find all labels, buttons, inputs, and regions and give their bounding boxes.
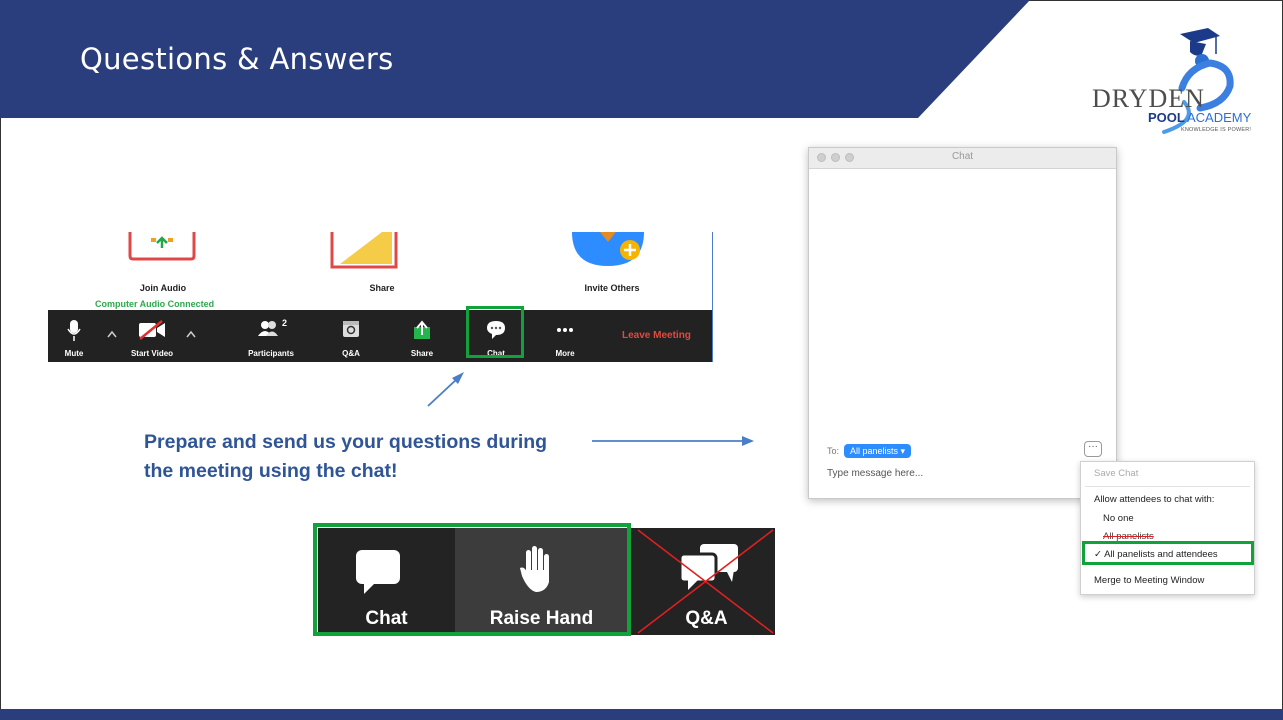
mute-button[interactable]: Mute	[54, 310, 94, 362]
right-arrow-icon	[592, 436, 754, 446]
more-button[interactable]: More	[547, 310, 583, 362]
recipient-dropdown[interactable]: All panelists ▾	[844, 444, 912, 458]
zoom-meeting-window: Join Audio Computer Audio Connected Shar…	[48, 232, 713, 362]
invite-others-icon[interactable]	[570, 232, 646, 268]
chat-titlebar: Chat	[809, 148, 1116, 169]
page-title: Questions & Answers	[80, 42, 394, 76]
menu-allow-heading: Allow attendees to chat with:	[1094, 494, 1215, 505]
instruction-text: Prepare and send us your questions durin…	[144, 431, 548, 482]
logo-pool: POOL	[1148, 110, 1185, 125]
headphones-arrow-icon[interactable]	[128, 232, 198, 262]
menu-no-one[interactable]: No one	[1103, 513, 1134, 524]
chat-window-title: Chat	[951, 151, 974, 162]
diagonal-arrow-icon	[427, 372, 464, 407]
qa-button[interactable]: Q&A	[333, 310, 369, 362]
video-off-icon	[139, 320, 165, 340]
join-audio-label: Join Audio	[139, 283, 187, 293]
to-label: To:	[827, 446, 840, 456]
chat-window: Chat To: All panelists ▾ Type message he…	[808, 147, 1117, 499]
video-options-chevron-icon[interactable]	[186, 330, 196, 338]
chat-raise-highlight	[313, 523, 631, 636]
logo-academy: ACADEMY	[1187, 110, 1252, 125]
share-tile-label: Share	[369, 283, 395, 293]
share-label: Share	[410, 349, 434, 358]
chat-more-options-button[interactable]: ···	[1084, 441, 1102, 457]
footer-band	[0, 709, 1283, 720]
message-input[interactable]: Type message here...	[827, 468, 923, 479]
audio-status: Computer Audio Connected	[95, 299, 215, 309]
meeting-toolbar: Mute Start Video 2 Participants Q&A Shar…	[48, 310, 712, 362]
chat-settings-menu: Save Chat Allow attendees to chat with: …	[1080, 461, 1255, 595]
logo-tagline: KNOWLEDGE IS POWER!	[1181, 127, 1252, 133]
share-button[interactable]: Share	[404, 310, 440, 362]
share-screen-icon[interactable]	[330, 232, 400, 270]
microphone-icon	[67, 320, 81, 341]
participants-label: Participants	[248, 349, 294, 358]
more-icon	[557, 328, 573, 332]
share-icon	[414, 320, 430, 339]
mute-options-chevron-icon[interactable]	[107, 330, 117, 338]
participants-count: 2	[282, 318, 288, 328]
disabled-cross-icon	[637, 529, 774, 634]
mute-label: Mute	[64, 349, 84, 358]
menu-option-highlight	[1082, 541, 1254, 565]
qa-label: Q&A	[342, 349, 360, 358]
menu-save-chat[interactable]: Save Chat	[1094, 468, 1138, 479]
start-video-button[interactable]: Start Video	[124, 310, 180, 362]
menu-divider	[1085, 486, 1250, 487]
qa-icon	[343, 321, 359, 337]
chat-button-highlight	[466, 306, 524, 358]
leave-meeting-button[interactable]: Leave Meeting	[622, 330, 691, 341]
more-label: More	[555, 349, 575, 358]
invite-others-label: Invite Others	[584, 283, 640, 293]
participants-button[interactable]: 2 Participants	[236, 310, 306, 362]
start-video-label: Start Video	[130, 349, 174, 358]
menu-merge-window[interactable]: Merge to Meeting Window	[1094, 575, 1204, 586]
